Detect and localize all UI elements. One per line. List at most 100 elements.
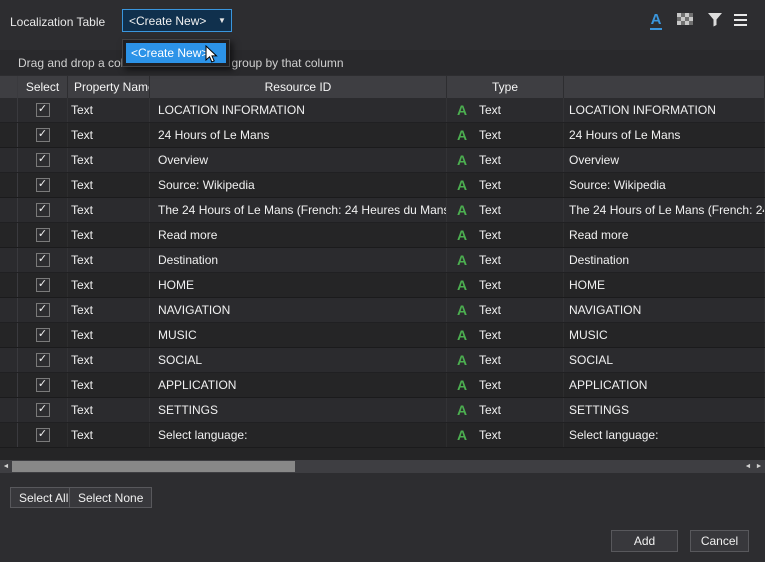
row-checkbox[interactable]: ✓ [36, 253, 50, 267]
property-name-cell: Text [68, 223, 150, 247]
resource-id-cell: Read more [150, 223, 447, 247]
check-icon: ✓ [38, 154, 47, 165]
value-cell: Source: Wikipedia [564, 173, 765, 197]
filter-button[interactable] [704, 10, 726, 32]
row-header-cell [0, 423, 18, 447]
row-checkbox[interactable]: ✓ [36, 303, 50, 317]
row-checkbox[interactable]: ✓ [36, 403, 50, 417]
scroll-left-button[interactable]: ◄ [0, 460, 12, 473]
column-header-value[interactable] [564, 76, 765, 98]
text-type-icon: A [455, 377, 469, 393]
table-row[interactable]: ✓ Text The 24 Hours of Le Mans (French: … [0, 198, 765, 223]
add-button[interactable]: Add [611, 530, 678, 552]
value-cell: 24 Hours of Le Mans [564, 123, 765, 147]
table-row[interactable]: ✓ Text Overview A Text Overview [0, 148, 765, 173]
row-checkbox[interactable]: ✓ [36, 328, 50, 342]
select-all-button[interactable]: Select All [10, 487, 77, 508]
column-header-resource-id[interactable]: Resource ID [150, 76, 447, 98]
table-row[interactable]: ✓ Text HOME A Text HOME [0, 273, 765, 298]
resource-id-cell: HOME [150, 273, 447, 297]
text-resources-button[interactable]: A [645, 10, 667, 32]
text-type-icon: A [455, 327, 469, 343]
type-cell: A Text [447, 273, 564, 297]
type-label: Text [479, 428, 501, 442]
value-cell: MUSIC [564, 323, 765, 347]
check-icon: ✓ [38, 179, 47, 190]
column-header-type[interactable]: Type [447, 76, 564, 98]
property-name-cell: Text [68, 323, 150, 347]
text-type-icon: A [455, 227, 469, 243]
row-header-cell [0, 198, 18, 222]
row-header-cell [0, 273, 18, 297]
column-header-select[interactable]: Select [18, 76, 68, 98]
property-name-cell: Text [68, 248, 150, 272]
type-cell: A Text [447, 348, 564, 372]
row-checkbox[interactable]: ✓ [36, 203, 50, 217]
select-cell: ✓ [18, 223, 68, 247]
resource-id-cell: APPLICATION [150, 373, 447, 397]
table-row[interactable]: ✓ Text Select language: A Text Select la… [0, 423, 765, 448]
type-label: Text [479, 103, 501, 117]
row-checkbox[interactable]: ✓ [36, 128, 50, 142]
select-cell: ✓ [18, 348, 68, 372]
scrollbar-thumb[interactable] [12, 461, 295, 472]
check-icon: ✓ [38, 229, 47, 240]
type-cell: A Text [447, 248, 564, 272]
table-row[interactable]: ✓ Text SOCIAL A Text SOCIAL [0, 348, 765, 373]
row-header-cell [0, 123, 18, 147]
row-checkbox[interactable]: ✓ [36, 278, 50, 292]
resource-id-cell: Overview [150, 148, 447, 172]
row-checkbox[interactable]: ✓ [36, 103, 50, 117]
row-checkbox[interactable]: ✓ [36, 353, 50, 367]
resource-id-cell: SETTINGS [150, 398, 447, 422]
scroll-right-button[interactable]: ► [753, 460, 765, 473]
property-name-cell: Text [68, 198, 150, 222]
table-row[interactable]: ✓ Text APPLICATION A Text APPLICATION [0, 373, 765, 398]
menu-icon [734, 13, 748, 30]
text-type-icon: A [455, 352, 469, 368]
value-cell: Destination [564, 248, 765, 272]
check-icon: ✓ [38, 354, 47, 365]
resource-id-cell: MUSIC [150, 323, 447, 347]
select-cell: ✓ [18, 123, 68, 147]
row-checkbox[interactable]: ✓ [36, 153, 50, 167]
select-cell: ✓ [18, 373, 68, 397]
text-icon: A [650, 12, 663, 30]
row-header-cell [0, 348, 18, 372]
row-header-stub [0, 76, 18, 98]
table-row[interactable]: ✓ Text NAVIGATION A Text NAVIGATION [0, 298, 765, 323]
type-label: Text [479, 253, 501, 267]
select-none-button[interactable]: Select None [69, 487, 152, 508]
row-checkbox[interactable]: ✓ [36, 228, 50, 242]
table-select-combobox[interactable]: <Create New> ▼ [122, 9, 232, 32]
cancel-button[interactable]: Cancel [690, 530, 749, 552]
row-checkbox[interactable]: ✓ [36, 378, 50, 392]
table-row[interactable]: ✓ Text Read more A Text Read more [0, 223, 765, 248]
check-icon: ✓ [38, 104, 47, 115]
table-row[interactable]: ✓ Text SETTINGS A Text SETTINGS [0, 398, 765, 423]
select-cell: ✓ [18, 273, 68, 297]
select-cell: ✓ [18, 98, 68, 122]
type-label: Text [479, 378, 501, 392]
table-row[interactable]: ✓ Text Destination A Text Destination [0, 248, 765, 273]
resource-id-cell: Source: Wikipedia [150, 173, 447, 197]
table-row[interactable]: ✓ Text 24 Hours of Le Mans A Text 24 Hou… [0, 123, 765, 148]
check-icon: ✓ [38, 329, 47, 340]
text-type-icon: A [455, 202, 469, 218]
table-row[interactable]: ✓ Text MUSIC A Text MUSIC [0, 323, 765, 348]
resource-id-cell: SOCIAL [150, 348, 447, 372]
value-cell: The 24 Hours of Le Mans (French: 24 [564, 198, 765, 222]
table-row[interactable]: ✓ Text LOCATION INFORMATION A Text LOCAT… [0, 98, 765, 123]
type-cell: A Text [447, 98, 564, 122]
column-header-property-name[interactable]: Property Name [68, 76, 150, 98]
horizontal-scrollbar[interactable]: ◄ ◄ ► [0, 460, 765, 473]
resource-id-cell: Select language: [150, 423, 447, 447]
row-checkbox[interactable]: ✓ [36, 428, 50, 442]
check-icon: ✓ [38, 204, 47, 215]
filter-icon [708, 13, 722, 30]
menu-button[interactable] [730, 10, 752, 32]
image-resources-button[interactable] [674, 10, 696, 32]
table-row[interactable]: ✓ Text Source: Wikipedia A Text Source: … [0, 173, 765, 198]
resource-id-cell: 24 Hours of Le Mans [150, 123, 447, 147]
row-checkbox[interactable]: ✓ [36, 178, 50, 192]
